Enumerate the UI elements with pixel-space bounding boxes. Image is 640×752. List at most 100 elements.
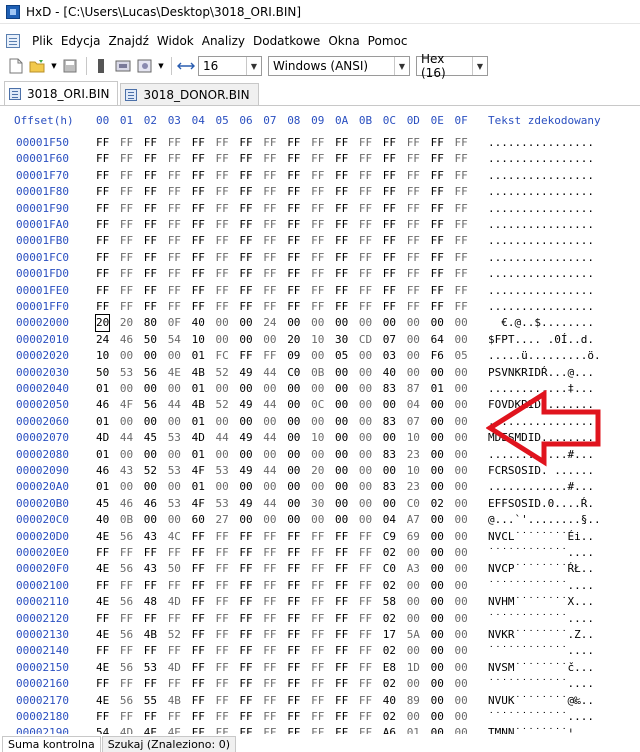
hex-byte[interactable]: FF: [455, 168, 468, 184]
hex-byte[interactable]: FF: [311, 611, 324, 627]
hex-byte[interactable]: FF: [96, 250, 109, 266]
hex-byte[interactable]: FF: [263, 135, 276, 151]
hex-byte[interactable]: FF: [431, 299, 444, 315]
hex-byte[interactable]: FF: [407, 233, 420, 249]
hex-byte[interactable]: FF: [239, 561, 252, 577]
menu-edit[interactable]: Edycja: [57, 34, 105, 48]
hex-byte[interactable]: FF: [263, 693, 276, 709]
hex-byte[interactable]: FF: [335, 709, 348, 725]
hex-byte[interactable]: FF: [263, 233, 276, 249]
hex-byte[interactable]: FF: [263, 660, 276, 676]
hex-byte[interactable]: 30: [335, 332, 348, 348]
hex-byte[interactable]: 10: [311, 332, 324, 348]
hex-byte[interactable]: FF: [311, 168, 324, 184]
hex-byte[interactable]: 83: [383, 479, 396, 495]
hex-byte[interactable]: 00: [407, 676, 420, 692]
hex-byte[interactable]: FF: [120, 611, 133, 627]
hex-byte[interactable]: FF: [287, 611, 300, 627]
hex-byte[interactable]: FF: [168, 168, 181, 184]
decoded-text[interactable]: ................: [488, 217, 594, 233]
hex-byte[interactable]: FF: [168, 545, 181, 561]
hex-byte[interactable]: FF: [407, 135, 420, 151]
hex-byte[interactable]: 00: [455, 463, 468, 479]
hex-byte[interactable]: 00: [120, 479, 133, 495]
hex-byte[interactable]: 83: [383, 414, 396, 430]
hex-byte[interactable]: 00: [455, 512, 468, 528]
hex-byte[interactable]: FF: [455, 151, 468, 167]
hex-byte[interactable]: 53: [168, 430, 181, 446]
hex-byte[interactable]: 00: [359, 315, 372, 331]
hex-byte[interactable]: FF: [455, 283, 468, 299]
hex-byte[interactable]: 44: [263, 463, 276, 479]
hex-byte[interactable]: FF: [216, 184, 229, 200]
hex-byte[interactable]: FF: [168, 299, 181, 315]
hex-byte[interactable]: 00: [359, 397, 372, 413]
hex-byte[interactable]: 00: [359, 414, 372, 430]
hex-byte[interactable]: 00: [383, 397, 396, 413]
hex-byte[interactable]: FF: [192, 217, 205, 233]
hex-byte[interactable]: FF: [96, 643, 109, 659]
hex-byte[interactable]: 00: [407, 709, 420, 725]
hex-byte[interactable]: 00: [383, 496, 396, 512]
hex-byte[interactable]: FF: [96, 611, 109, 627]
hex-byte[interactable]: 01: [192, 381, 205, 397]
hex-byte[interactable]: 4D: [168, 660, 181, 676]
hex-byte[interactable]: 00: [407, 348, 420, 364]
hex-byte[interactable]: FF: [216, 561, 229, 577]
hex-byte[interactable]: 23: [407, 479, 420, 495]
hex-byte[interactable]: FF: [168, 201, 181, 217]
hex-byte[interactable]: 00: [431, 578, 444, 594]
hex-byte[interactable]: 69: [407, 529, 420, 545]
hex-byte[interactable]: 01: [96, 447, 109, 463]
hex-byte[interactable]: 46: [144, 496, 157, 512]
hex-byte[interactable]: FF: [455, 299, 468, 315]
decoded-text[interactable]: ................: [488, 233, 594, 249]
hex-byte[interactable]: FF: [431, 184, 444, 200]
hex-byte[interactable]: 07: [407, 414, 420, 430]
hex-byte[interactable]: FF: [383, 217, 396, 233]
hex-byte[interactable]: 4E: [96, 594, 109, 610]
hex-byte[interactable]: FF: [96, 217, 109, 233]
hex-byte[interactable]: 4D: [120, 725, 133, 734]
hex-byte[interactable]: 00: [239, 381, 252, 397]
hex-byte[interactable]: FF: [311, 594, 324, 610]
new-file-icon[interactable]: [6, 56, 26, 76]
hex-byte[interactable]: 00: [144, 348, 157, 364]
hex-byte[interactable]: 00: [335, 479, 348, 495]
decoded-text[interactable]: NVCL˙˙˙˙˙˙˙˙Éi..: [488, 529, 594, 545]
hex-byte[interactable]: 56: [120, 561, 133, 577]
hex-byte[interactable]: FF: [216, 266, 229, 282]
hex-byte[interactable]: FF: [311, 233, 324, 249]
hex-byte[interactable]: FF: [120, 135, 133, 151]
hex-byte[interactable]: FF: [335, 151, 348, 167]
decoded-text[interactable]: $FPT.... .0Í..d.: [488, 332, 594, 348]
hex-byte[interactable]: 00: [431, 315, 444, 331]
hex-byte[interactable]: FF: [287, 594, 300, 610]
hex-byte[interactable]: FF: [168, 283, 181, 299]
hex-byte[interactable]: 43: [144, 561, 157, 577]
hex-byte[interactable]: 00: [407, 315, 420, 331]
hex-byte[interactable]: 24: [96, 332, 109, 348]
hex-byte[interactable]: 17: [383, 627, 396, 643]
hex-byte[interactable]: 40: [96, 512, 109, 528]
hex-byte[interactable]: FF: [311, 151, 324, 167]
hex-byte[interactable]: 00: [431, 660, 444, 676]
hex-byte[interactable]: 00: [431, 709, 444, 725]
hex-byte[interactable]: FF: [168, 184, 181, 200]
hex-byte[interactable]: 49: [239, 463, 252, 479]
hex-byte[interactable]: FF: [120, 299, 133, 315]
hex-byte[interactable]: 00: [383, 463, 396, 479]
hex-byte[interactable]: 02: [383, 676, 396, 692]
hex-byte[interactable]: 4F: [192, 463, 205, 479]
hex-byte[interactable]: 83: [383, 381, 396, 397]
hex-byte[interactable]: FF: [407, 217, 420, 233]
hex-byte[interactable]: FF: [239, 660, 252, 676]
hex-byte[interactable]: FF: [263, 151, 276, 167]
hex-byte[interactable]: 40: [192, 315, 205, 331]
hex-byte[interactable]: FF: [335, 266, 348, 282]
hex-byte[interactable]: FF: [359, 266, 372, 282]
hex-byte[interactable]: 00: [407, 643, 420, 659]
hex-byte[interactable]: 00: [287, 496, 300, 512]
hex-byte[interactable]: 45: [144, 430, 157, 446]
hex-byte[interactable]: FF: [216, 201, 229, 217]
